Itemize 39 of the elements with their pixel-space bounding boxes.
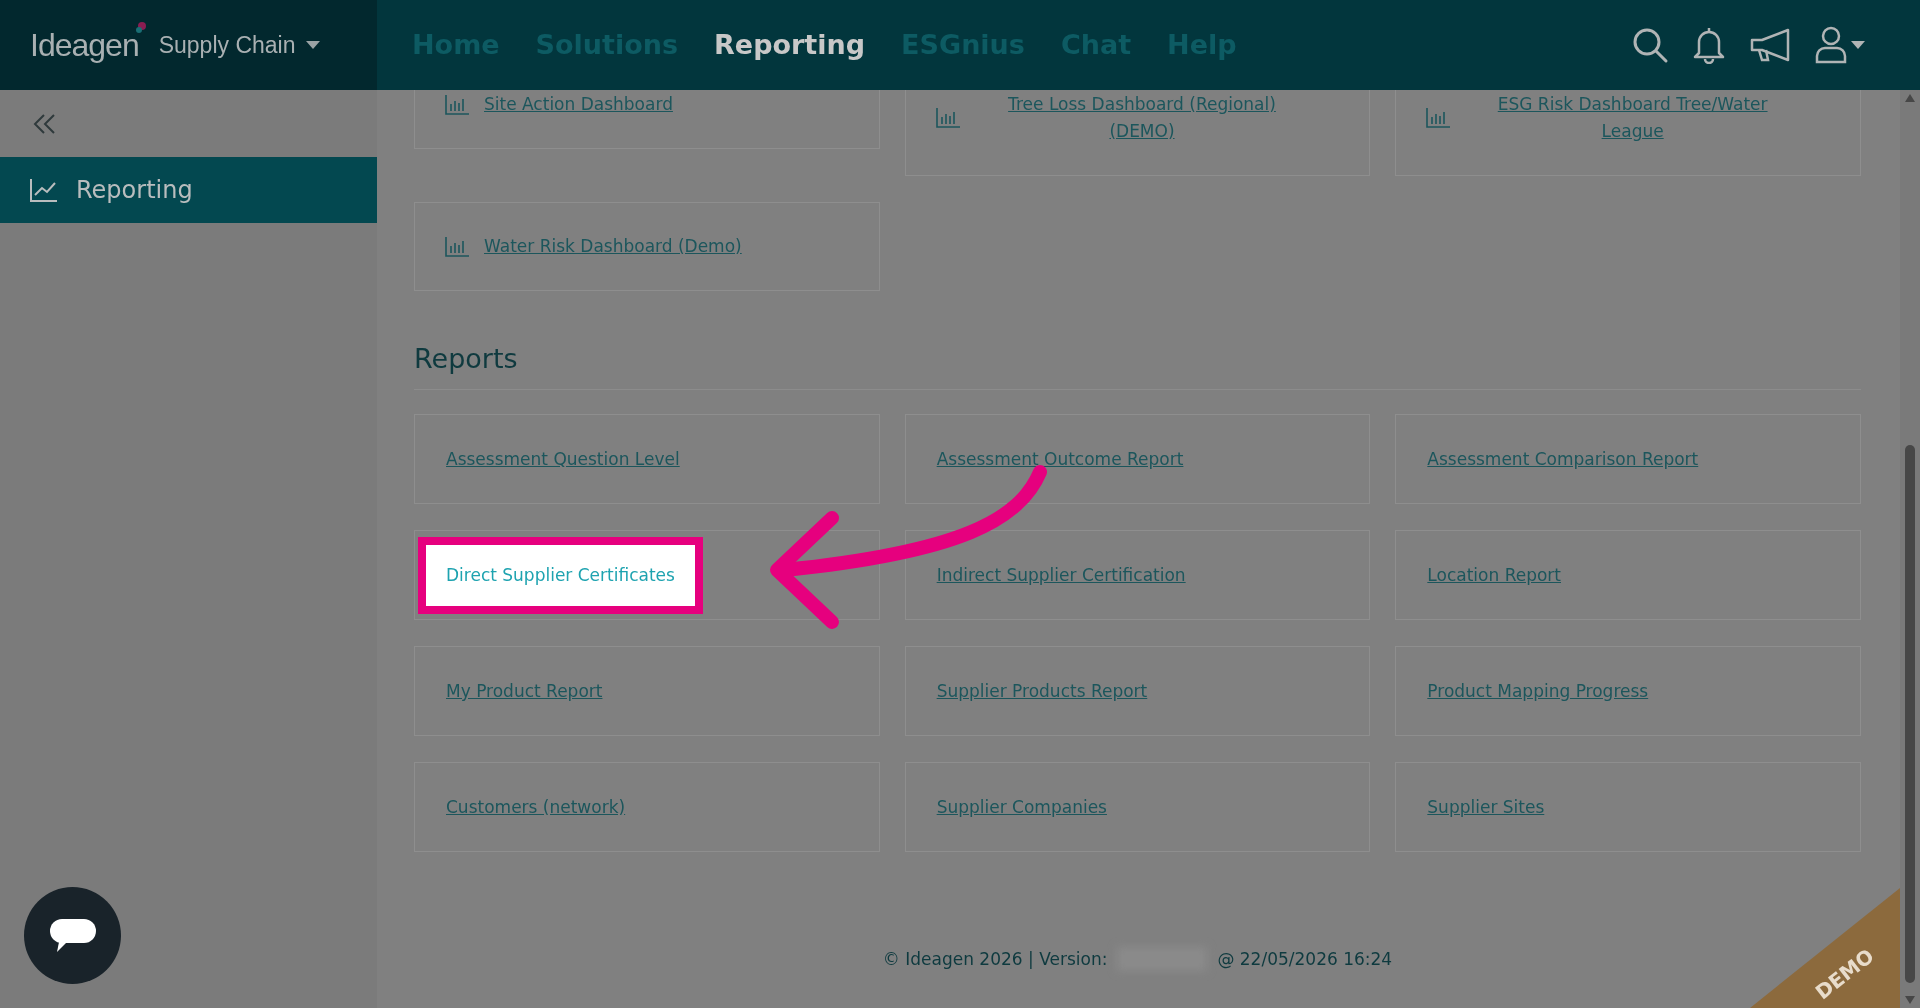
user-menu[interactable] [1815, 26, 1865, 64]
product-name: Supply Chain [158, 30, 296, 60]
report-link[interactable]: Assessment Comparison Report [1427, 446, 1699, 473]
report-link[interactable]: Assessment Question Level [446, 446, 680, 473]
report-link[interactable]: Supplier Companies [936, 794, 1107, 821]
bar-chart-icon [935, 108, 960, 128]
bar-chart-icon [445, 236, 469, 257]
bell-icon[interactable] [1691, 26, 1727, 64]
caret-icon[interactable] [305, 40, 322, 50]
speech-bubble-icon [48, 917, 97, 954]
brand-logo[interactable]: Ideagen Supply Chain [0, 0, 377, 90]
brand-name: Ideagen [30, 26, 139, 65]
collapse-icon[interactable] [33, 112, 57, 135]
dashboard-link[interactable]: Tree Loss Dashboard (Regional) (DEMO) [974, 91, 1310, 145]
caret-icon [1851, 40, 1865, 50]
report-link[interactable]: Supplier Products Report [936, 678, 1148, 705]
copyright-text: © Ideagen 2026 | Version: [882, 947, 1108, 971]
report-link[interactable]: Location Report [1427, 562, 1561, 589]
nav-link[interactable]: Reporting [714, 24, 866, 66]
timestamp-text: @ 22/05/2026 16:24 [1217, 947, 1393, 971]
bar-chart-icon [1426, 108, 1451, 128]
section-heading: Reports [414, 343, 1861, 391]
scrollbar-thumb[interactable] [1905, 445, 1915, 983]
line-chart-icon [30, 178, 58, 202]
search-icon[interactable] [1631, 26, 1669, 64]
user-icon [1815, 26, 1847, 64]
sidebar-item[interactable]: Reporting [0, 157, 377, 223]
report-link[interactable]: Direct Supplier Certificates [418, 536, 703, 615]
report-link[interactable]: My Product Report [446, 678, 603, 705]
report-link[interactable]: Assessment Outcome Report [936, 446, 1184, 473]
report-link[interactable]: Customers (network) [446, 794, 626, 821]
scrollbar-track[interactable] [1900, 90, 1920, 1008]
bar-chart-icon [445, 94, 469, 115]
report-link[interactable]: Product Mapping Progress [1427, 678, 1649, 705]
dashboard-link[interactable]: ESG Risk Dashboard Tree/Water League [1465, 91, 1800, 145]
report-link[interactable]: Indirect Supplier Certification [936, 562, 1186, 589]
dashboard-link[interactable]: Site Action Dashboard [484, 91, 673, 118]
report-link[interactable]: Supplier Sites [1427, 794, 1545, 821]
dashboard-link[interactable]: Water Risk Dashboard (Demo) [484, 233, 742, 260]
